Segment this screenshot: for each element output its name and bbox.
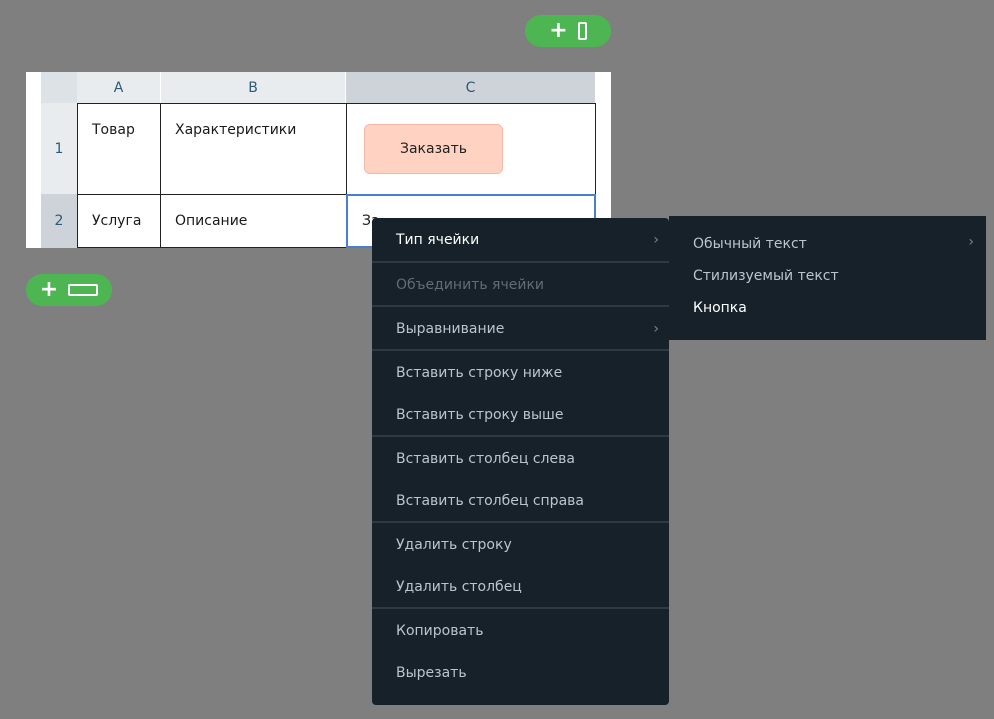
- plus-icon: +: [549, 18, 568, 43]
- column-icon: [577, 22, 587, 40]
- cell-b1[interactable]: Характеристики: [160, 103, 347, 195]
- menu-item-label: Тип ячейки: [396, 232, 480, 248]
- column-header-a[interactable]: A: [77, 72, 161, 103]
- menu-divider: [372, 607, 669, 609]
- context-menu: Тип ячейки › Объединить ячейки Выравнива…: [372, 218, 669, 705]
- cell-a2[interactable]: Услуга: [77, 194, 161, 248]
- menu-item-insert-column-left[interactable]: Вставить столбец слева: [372, 438, 669, 480]
- menu-divider: [372, 349, 669, 351]
- menu-item-label: Удалить столбец: [396, 579, 522, 595]
- submenu-item-button[interactable]: Кнопка: [693, 300, 747, 316]
- add-column-button[interactable]: +: [525, 15, 611, 47]
- cell-b2[interactable]: Описание: [160, 194, 347, 248]
- menu-item-label: Вставить строку ниже: [396, 365, 563, 381]
- submenu-item-styled-text[interactable]: Стилизуемый текст: [693, 268, 839, 284]
- menu-item-label: Удалить строку: [396, 537, 512, 553]
- chevron-right-icon: ›: [653, 232, 659, 248]
- chevron-right-icon: ›: [653, 321, 659, 337]
- chevron-right-icon: ›: [968, 234, 974, 250]
- menu-item-label: Выравнивание: [396, 321, 505, 337]
- menu-item-delete-row[interactable]: Удалить строку: [372, 524, 669, 566]
- menu-item-copy[interactable]: Копировать: [372, 610, 669, 652]
- menu-item-insert-row-above[interactable]: Вставить строку выше: [372, 394, 669, 436]
- menu-item-label: Вставить столбец слева: [396, 451, 575, 467]
- row-header-1[interactable]: 1: [41, 103, 77, 194]
- order-button[interactable]: Заказать: [364, 124, 503, 174]
- menu-divider: [372, 435, 669, 437]
- cell-a1[interactable]: Товар: [77, 103, 161, 195]
- menu-item-label: Вставить столбец справа: [396, 493, 584, 509]
- menu-item-label: Объединить ячейки: [396, 277, 545, 293]
- menu-item-insert-column-right[interactable]: Вставить столбец справа: [372, 480, 669, 522]
- menu-item-label: Копировать: [396, 623, 484, 639]
- column-header-c[interactable]: C: [346, 72, 596, 103]
- row-icon: [68, 284, 99, 296]
- cell-c1[interactable]: Заказать: [346, 103, 596, 195]
- menu-item-alignment[interactable]: Выравнивание ›: [372, 307, 669, 351]
- menu-divider: [372, 521, 669, 523]
- menu-item-merge-cells: Объединить ячейки: [372, 263, 669, 307]
- menu-item-label: Вставить строку выше: [396, 407, 564, 423]
- row-header-2[interactable]: 2: [41, 194, 77, 248]
- column-header-b[interactable]: B: [161, 72, 346, 103]
- menu-item-insert-row-below[interactable]: Вставить строку ниже: [372, 352, 669, 394]
- menu-item-cell-type[interactable]: Тип ячейки ›: [372, 218, 669, 262]
- submenu-item-plain-text[interactable]: Обычный текст: [693, 236, 807, 252]
- add-row-button[interactable]: +: [26, 274, 112, 306]
- menu-item-delete-column[interactable]: Удалить столбец: [372, 566, 669, 608]
- plus-icon: +: [39, 277, 59, 302]
- cell-type-submenu: Обычный текст › Стилизуемый текст Кнопка: [669, 216, 986, 340]
- menu-item-label: Вырезать: [396, 665, 467, 681]
- menu-item-cut[interactable]: Вырезать: [372, 652, 669, 694]
